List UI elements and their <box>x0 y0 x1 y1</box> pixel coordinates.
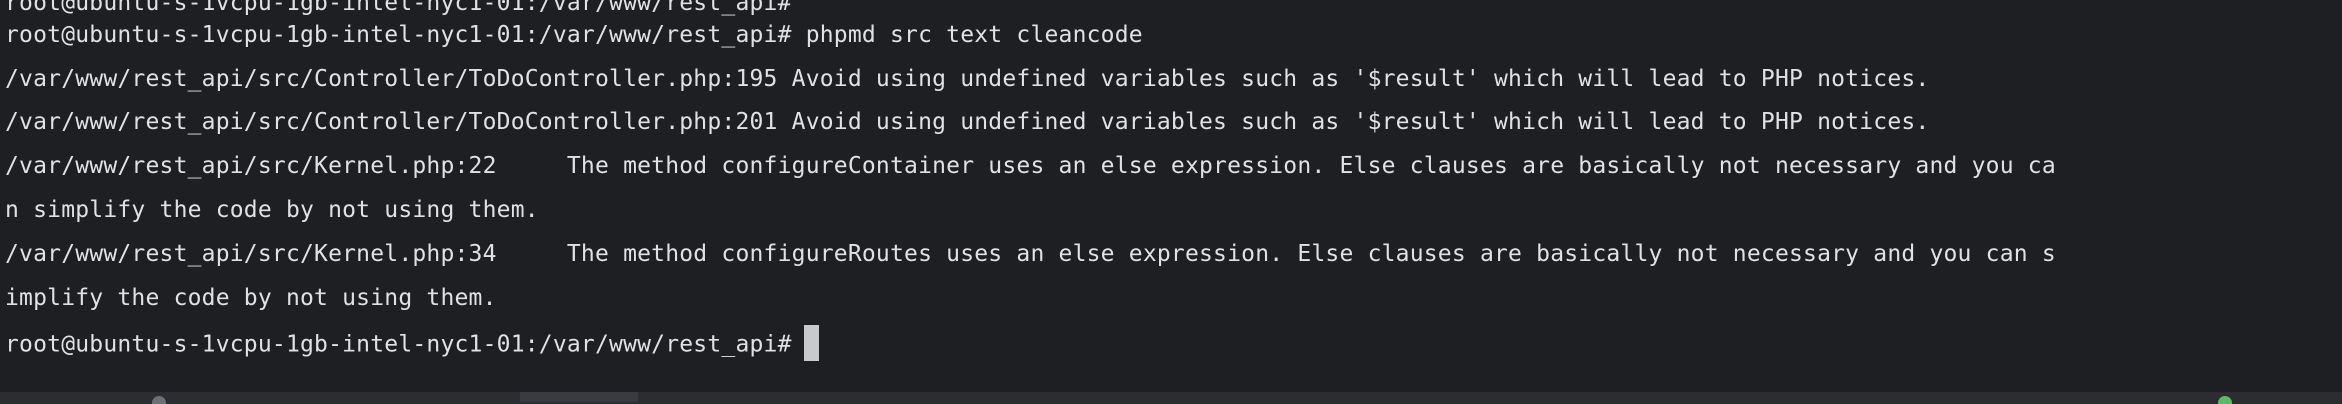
prompt-line[interactable]: root@ubuntu-s-1vcpu-1gb-intel-nyc1-01:/v… <box>5 325 819 363</box>
status-ok-icon <box>2218 396 2232 404</box>
output-line: /var/www/rest_api/src/Controller/ToDoCon… <box>5 66 1930 92</box>
status-indicator-icon <box>152 396 166 404</box>
output-line: /var/www/rest_api/src/Controller/ToDoCon… <box>5 109 1930 135</box>
prompt-text: root@ubuntu-s-1vcpu-1gb-intel-nyc1-01:/v… <box>5 331 792 358</box>
bottom-tab-selected[interactable] <box>520 392 638 402</box>
previous-prompt-line: root@ubuntu-s-1vcpu-1gb-intel-nyc1-01:/v… <box>5 0 792 16</box>
output-line: /var/www/rest_api/src/Kernel.php:22 The … <box>5 153 2056 179</box>
command-line: root@ubuntu-s-1vcpu-1gb-intel-nyc1-01:/v… <box>5 22 1143 48</box>
terminal-output[interactable]: root@ubuntu-s-1vcpu-1gb-intel-nyc1-01:/v… <box>0 0 2342 392</box>
text-cursor <box>803 325 819 361</box>
output-line: implify the code by not using them. <box>5 285 497 311</box>
output-line: n simplify the code by not using them. <box>5 197 539 223</box>
bottom-tool-bar <box>0 392 2342 402</box>
output-line: /var/www/rest_api/src/Kernel.php:34 The … <box>5 241 2056 267</box>
